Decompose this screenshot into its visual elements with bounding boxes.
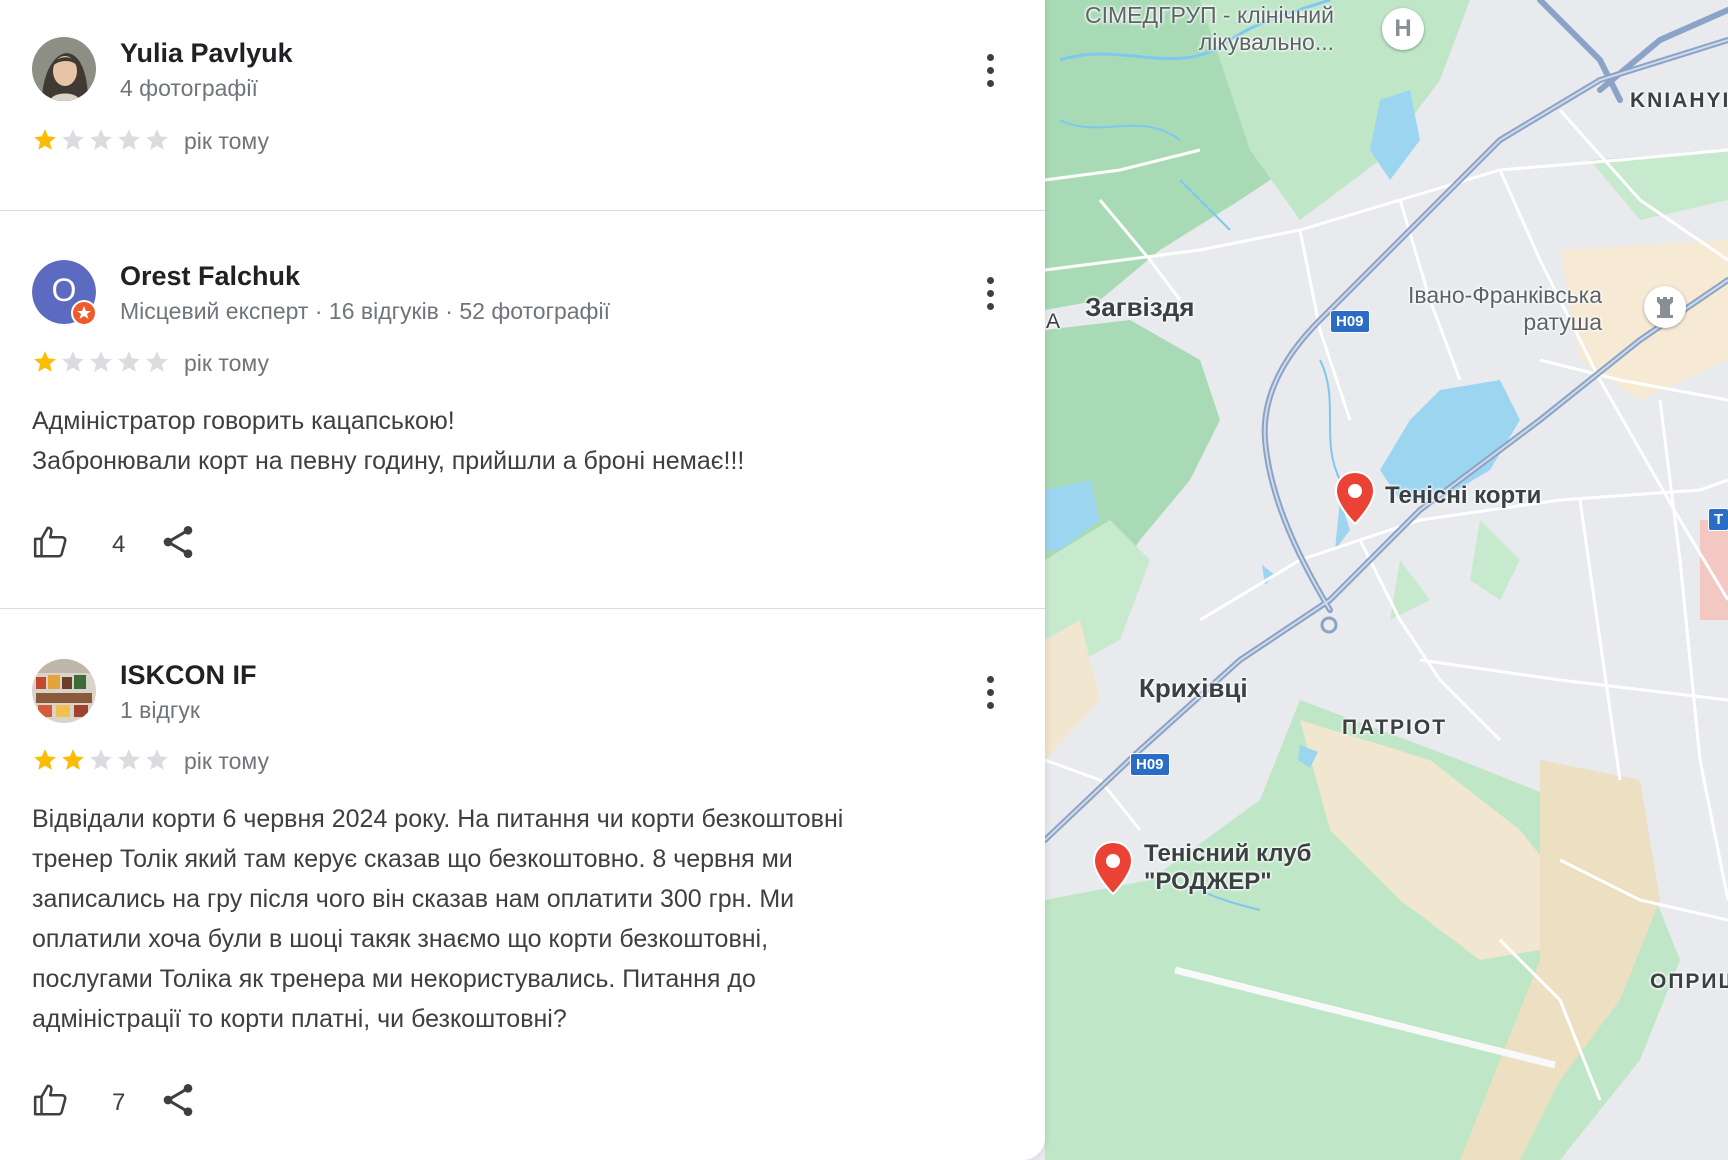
star-empty-icon xyxy=(90,749,112,770)
reviews-panel[interactable]: Yulia Pavlyuk 4 фотографії рік тому O Or… xyxy=(0,0,1045,1160)
road-badge-h09: H09 xyxy=(1330,310,1370,333)
star-empty-icon xyxy=(62,351,84,372)
map-town-krykhivtsi-label: Крихівці xyxy=(1139,673,1248,703)
map-district-opryshivtsi-label: ОПРИШ xyxy=(1650,970,1728,993)
author-name[interactable]: Yulia Pavlyuk xyxy=(120,38,293,69)
more-options-button[interactable] xyxy=(970,268,1010,318)
map-poi-ratusha-label[interactable]: Івано-Франківська ратуша xyxy=(1408,282,1602,336)
thumb-up-icon xyxy=(33,1084,67,1116)
hospital-icon[interactable]: H xyxy=(1382,8,1424,50)
share-button[interactable] xyxy=(158,522,202,566)
star-empty-icon xyxy=(146,351,168,372)
more-options-button[interactable] xyxy=(970,667,1010,717)
map-place-tennis-club-label[interactable]: Тенісний клуб "РОДЖЕР" xyxy=(1144,840,1311,896)
avatar[interactable] xyxy=(32,37,96,101)
map-edge-label: A xyxy=(1046,310,1063,333)
rating-stars xyxy=(32,127,172,153)
landmark-icon[interactable] xyxy=(1644,286,1686,328)
map-district-kniahyn-label: KNIAHYI xyxy=(1630,89,1728,112)
rating-stars xyxy=(32,349,172,375)
review-text: Адміністратор говорить кацапською! Забро… xyxy=(32,407,745,475)
like-count: 4 xyxy=(112,531,126,558)
local-guide-badge-icon xyxy=(71,300,97,326)
author-meta[interactable]: 1 відгук xyxy=(120,697,200,724)
star-filled-icon xyxy=(62,749,84,770)
map-edge-badge: Т xyxy=(1708,508,1728,531)
star-empty-icon xyxy=(146,749,168,770)
red-map-pin-icon[interactable] xyxy=(1333,470,1377,526)
road-badge-h09: H09 xyxy=(1130,753,1170,776)
star-empty-icon xyxy=(90,129,112,150)
like-button[interactable]: 4 xyxy=(32,521,125,565)
map-poi-simedgroup-label[interactable]: СІМЕДГРУП - клінічний лікувально... xyxy=(1085,2,1334,56)
share-icon xyxy=(163,1084,193,1116)
thumb-up-icon xyxy=(33,526,67,558)
review-time: рік тому xyxy=(184,748,269,774)
map-district-patriot-label: ПАТРІОТ xyxy=(1342,716,1448,739)
review-time: рік тому xyxy=(184,350,269,376)
red-map-pin-icon[interactable] xyxy=(1091,840,1135,896)
avatar[interactable] xyxy=(32,659,96,723)
review-card: Yulia Pavlyuk 4 фотографії рік тому xyxy=(0,0,1045,210)
star-empty-icon xyxy=(62,129,84,150)
star-filled-icon xyxy=(34,129,56,150)
star-filled-icon xyxy=(34,351,56,372)
star-empty-icon xyxy=(118,129,140,150)
more-options-button[interactable] xyxy=(970,45,1010,95)
author-name[interactable]: Orest Falchuk xyxy=(120,261,300,292)
star-empty-icon xyxy=(146,129,168,150)
share-button[interactable] xyxy=(158,1080,202,1124)
author-meta[interactable]: Місцевий експерт · 16 відгуків · 52 фото… xyxy=(120,298,610,325)
review-card: O Orest Falchuk Місцевий експерт · 16 ві… xyxy=(0,211,1045,608)
share-icon xyxy=(163,526,193,558)
author-meta[interactable]: 4 фотографії xyxy=(120,75,258,102)
review-time: рік тому xyxy=(184,128,269,154)
review-card: ISKCON IF 1 відгук рік тому Відвідали ко… xyxy=(0,609,1045,1160)
like-count: 7 xyxy=(112,1089,126,1116)
star-empty-icon xyxy=(90,351,112,372)
star-filled-icon xyxy=(34,749,56,770)
rating-stars xyxy=(32,747,172,773)
review-text: Відвідали корти 6 червня 2024 року. На п… xyxy=(32,805,844,1033)
author-name[interactable]: ISKCON IF xyxy=(120,660,257,691)
map-town-zagvizdia-label: Загвіздя xyxy=(1085,292,1195,322)
star-empty-icon xyxy=(118,749,140,770)
like-button[interactable]: 7 xyxy=(32,1079,125,1123)
map-place-tennis-courts-label[interactable]: Тенісні корти xyxy=(1385,482,1541,510)
star-empty-icon xyxy=(118,351,140,372)
